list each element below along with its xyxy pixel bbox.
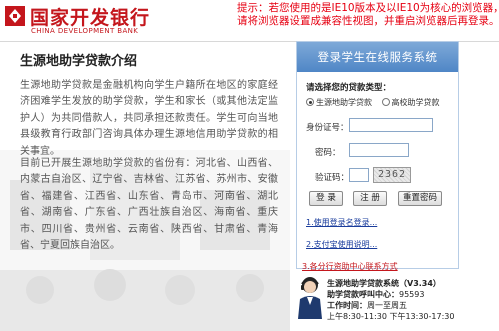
radio-option-local-loan[interactable]: 生源地助学贷款 — [306, 98, 372, 107]
id-number-input[interactable] — [349, 118, 433, 132]
hotline-system-row: 生源地助学贷款系统（V3.34） — [327, 278, 454, 289]
radio-unchecked-icon[interactable] — [381, 98, 390, 106]
browser-compat-notice: 提示：若您使用的是IE10版本及以IE10为核心的浏览器， 请将浏览器设置成兼容… — [237, 2, 499, 28]
browser-notice-line: 提示：若您使用的是IE10版本及以IE10为核心的浏览器， — [237, 2, 499, 14]
intro-paragraph: 生源地助学贷款是金融机构向学生户籍所在地区的家庭经济困难学生发放的助学贷款，学生… — [20, 80, 278, 157]
hotline-phone-row: 助学贷款呼叫中心：95593 — [327, 289, 454, 300]
provinces-paragraph: 目前已开展生源地助学贷款的省份有：河北省、山西省、内蒙古自治区、辽宁省、吉林省、… — [20, 158, 278, 252]
system-name: 生源地助学贷款系统 — [327, 279, 399, 288]
intro-title: 生源地助学贷款介绍 — [20, 54, 138, 69]
work-times: 上午8:30-11:30 下午13:30-17:30 — [327, 312, 455, 321]
bank-name-cn: 国家开发银行 — [30, 7, 151, 29]
login-panel: 登录学生在线服务系统 请选择您的贷款类型： 生源地助学贷款 高校助学贷款 身份证… — [296, 41, 459, 272]
bank-logo: 国家开发银行 CHINA DEVELOPMENT BANK — [4, 3, 194, 41]
system-version: （V3.34） — [399, 279, 441, 288]
login-name-help-link[interactable]: 1.使用登录名登录... — [306, 217, 377, 228]
radio-checked-icon[interactable] — [306, 98, 314, 106]
radio-label: 生源地助学贷款 — [316, 98, 372, 107]
register-button[interactable]: 注 册 — [353, 191, 387, 206]
branch-contacts-link[interactable]: 3.各分行资助中心联系方式 — [302, 261, 398, 272]
login-button[interactable]: 登 录 — [309, 191, 343, 206]
loan-type-options: 生源地助学贷款 高校助学贷款 — [306, 97, 447, 108]
hotline-hours-row: 工作时间：周一至周五 — [327, 300, 454, 311]
bank-logo-icon — [5, 6, 25, 26]
password-label: 密码： — [315, 148, 341, 158]
password-input[interactable] — [349, 143, 409, 157]
call-center-label: 助学贷款呼叫中心： — [327, 290, 399, 299]
alipay-guide-link[interactable]: 2.支付宝使用说明... — [306, 239, 377, 250]
captcha-label: 验证码： — [315, 173, 350, 183]
work-hours-label: 工作时间： — [327, 301, 367, 310]
loan-type-label: 请选择您的贷款类型： — [306, 83, 392, 93]
work-days: 周一至周五 — [367, 301, 407, 310]
browser-notice-line: 请将浏览器设置成兼容性视图，并重启浏览器后再登录。 — [237, 15, 499, 27]
reset-password-button[interactable]: 重置密码 — [398, 191, 442, 206]
call-center-phone: 95593 — [399, 290, 425, 299]
call-center-agent-icon — [298, 277, 322, 319]
bank-name-en: CHINA DEVELOPMENT BANK — [31, 27, 139, 35]
radio-label: 高校助学贷款 — [391, 98, 440, 107]
captcha-input[interactable] — [349, 168, 369, 182]
radio-option-campus-loan[interactable]: 高校助学贷款 — [381, 98, 440, 107]
hotline-info: 生源地助学贷款系统（V3.34） 助学贷款呼叫中心：95593 工作时间：周一至… — [327, 278, 454, 322]
id-number-label: 身份证号： — [306, 123, 349, 133]
login-panel-title: 登录学生在线服务系统 — [297, 42, 458, 72]
captcha-image[interactable]: 2362 — [373, 167, 411, 183]
